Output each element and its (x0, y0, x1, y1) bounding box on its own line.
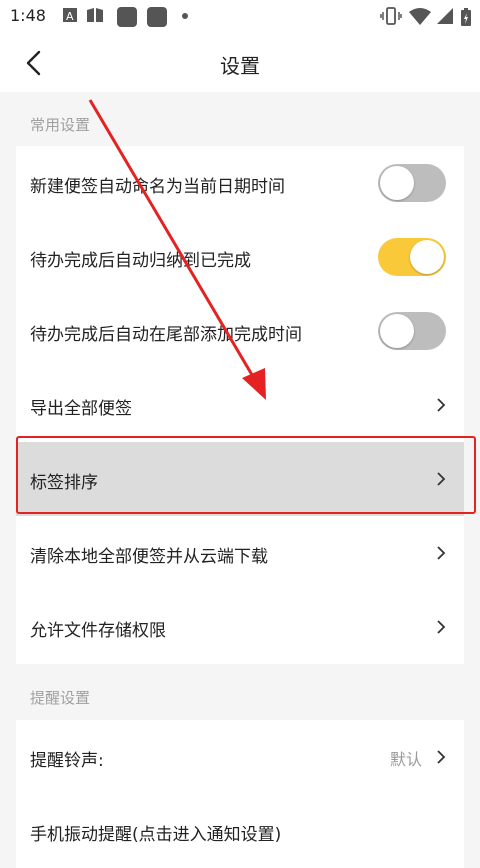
signal-icon (437, 8, 453, 24)
setting-clear-and-download[interactable]: 清除本地全部便签并从云端下载 (16, 516, 464, 590)
setting-label: 待办完成后自动归纳到已完成 (30, 251, 251, 271)
a-icon: A (63, 8, 77, 23)
setting-export-all-notes[interactable]: 导出全部便签 (16, 368, 464, 442)
dot-icon (182, 13, 188, 19)
common-settings-card: 新建便签自动命名为当前日期时间 待办完成后自动归纳到已完成 待办完成后自动在尾部… (16, 146, 464, 664)
setting-label: 手机振动提醒(点击进入通知设置) (30, 825, 282, 845)
setting-label: 待办完成后自动在尾部添加完成时间 (30, 325, 302, 345)
app-square-icon (147, 7, 167, 27)
chevron-right-icon (437, 472, 446, 486)
toggle-switch-off[interactable] (378, 164, 446, 202)
setting-label: 新建便签自动命名为当前日期时间 (30, 177, 285, 197)
section-label-common: 常用设置 (30, 116, 91, 134)
app-bar: 设置 (0, 34, 480, 92)
setting-auto-archive-done[interactable]: 待办完成后自动归纳到已完成 (16, 220, 464, 294)
chevron-right-icon (437, 750, 446, 764)
vibrate-icon (380, 7, 402, 25)
book-icon (87, 8, 103, 22)
wifi-icon (409, 8, 431, 25)
chevron-right-icon (437, 398, 446, 412)
toggle-knob (410, 240, 444, 274)
setting-auto-name-date[interactable]: 新建便签自动命名为当前日期时间 (16, 146, 464, 220)
svg-text:A: A (66, 10, 74, 23)
setting-vibrate-reminder[interactable]: 手机振动提醒(点击进入通知设置) (16, 794, 464, 868)
toggle-switch-off[interactable] (378, 312, 446, 350)
setting-append-done-time[interactable]: 待办完成后自动在尾部添加完成时间 (16, 294, 464, 368)
setting-label: 提醒铃声: (30, 751, 104, 771)
toggle-knob (380, 166, 414, 200)
reminder-settings-card: 提醒铃声: 默认 手机振动提醒(点击进入通知设置) (16, 720, 464, 868)
setting-label: 标签排序 (30, 473, 98, 493)
setting-tag-sort[interactable]: 标签排序 (16, 442, 464, 516)
page-title: 设置 (220, 54, 260, 78)
setting-file-storage-permission[interactable]: 允许文件存储权限 (16, 590, 464, 664)
chevron-right-icon (437, 546, 446, 560)
chevron-right-icon (437, 620, 446, 634)
app-square-icon (117, 7, 137, 27)
setting-label: 允许文件存储权限 (30, 621, 166, 641)
setting-reminder-ringtone[interactable]: 提醒铃声: 默认 (16, 720, 464, 794)
setting-label: 导出全部便签 (30, 399, 132, 419)
status-bar: 1:48 A (0, 0, 480, 34)
setting-label: 清除本地全部便签并从云端下载 (30, 547, 268, 567)
status-time: 1:48 (10, 6, 46, 25)
battery-icon (461, 8, 471, 26)
section-label-reminder: 提醒设置 (30, 689, 91, 707)
setting-value: 默认 (389, 750, 422, 769)
toggle-knob (380, 314, 414, 348)
toggle-switch-on[interactable] (378, 238, 446, 276)
